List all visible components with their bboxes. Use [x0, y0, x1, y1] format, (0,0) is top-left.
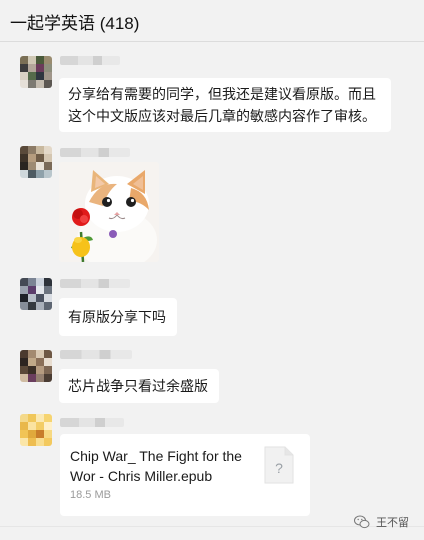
cat-sticker-image[interactable] — [59, 162, 159, 262]
message-text-line: 这个中文版应该对最后几章的敏感内容作了审核。 — [68, 108, 376, 124]
wechat-icon — [354, 515, 370, 529]
sender-name-blurred — [60, 350, 132, 359]
avatar[interactable] — [20, 146, 52, 178]
watermark: 王不留 — [354, 513, 409, 531]
message-bubble[interactable]: 芯片战争只看过余盛版 — [59, 369, 219, 403]
file-name-line: Chip War_ The Fight for the — [70, 448, 242, 464]
sender-name-blurred — [60, 279, 130, 288]
avatar[interactable] — [20, 56, 52, 88]
question-doc-icon: ? — [264, 446, 294, 484]
message-text-line: 芯片战争只看过余盛版 — [68, 378, 208, 394]
file-size: 18.5 MB — [70, 489, 111, 501]
sender-name-blurred — [60, 148, 130, 157]
avatar[interactable] — [20, 278, 52, 310]
chat-title[interactable]: 一起学英语 (418) — [10, 9, 139, 34]
chat-header: 一起学英语 (418) — [0, 0, 424, 42]
message-text-line: 有原版分享下吗 — [68, 309, 166, 325]
file-name: Chip War_ The Fight for the Wor - Chris … — [70, 446, 260, 486]
svg-text:?: ? — [275, 460, 283, 476]
message-bubble[interactable]: 有原版分享下吗 — [59, 298, 177, 336]
message-text-line: 分享给有需要的同学，但我还是建议看原版。而且 — [68, 86, 376, 102]
avatar[interactable] — [20, 350, 52, 382]
file-attachment-card[interactable]: Chip War_ The Fight for the Wor - Chris … — [60, 434, 310, 516]
file-name-line: Wor - Chris Miller.epub — [70, 468, 213, 484]
sender-name-blurred — [60, 56, 120, 65]
avatar[interactable] — [20, 414, 52, 446]
sender-name-blurred — [60, 418, 124, 427]
watermark-text: 王不留 — [376, 517, 409, 529]
message-bubble[interactable]: 分享给有需要的同学，但我还是建议看原版。而且 这个中文版应该对最后几章的敏感内容… — [59, 78, 391, 132]
